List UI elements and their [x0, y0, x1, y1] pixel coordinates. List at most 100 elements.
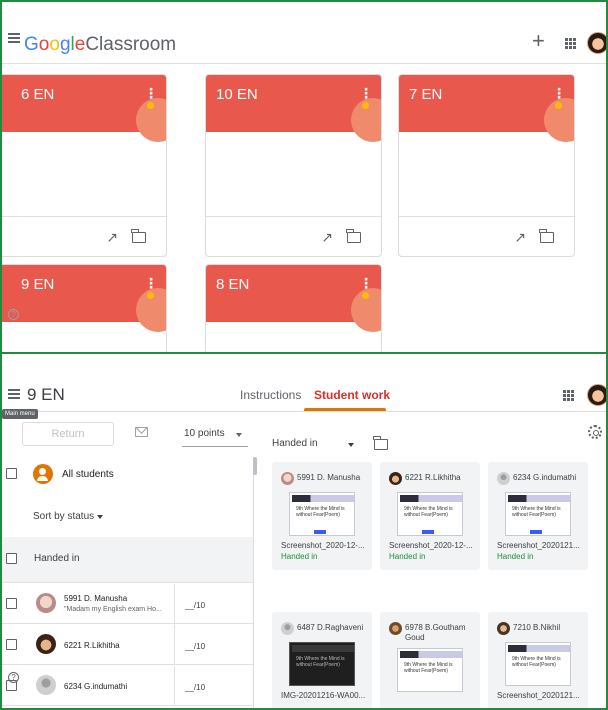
grade-field[interactable]: __/10	[185, 601, 205, 610]
submission-card[interactable]: 5991 D. Manusha 9th Where the Mind is wi…	[272, 462, 372, 570]
class-card[interactable]: 10 EN ⋮ ↗	[205, 74, 382, 257]
attachment-thumbnail[interactable]: 9th Where the Mind is without Fear(Poem)	[289, 492, 355, 536]
file-name: IMG-20201216-WA00...	[281, 691, 366, 700]
submission-card[interactable]: 7210 B.Nikhil 9th Where the Mind is with…	[488, 612, 588, 708]
thumbnail-text: 9th Where the Mind is without Fear(Poem)	[296, 506, 345, 518]
avatar	[389, 622, 402, 635]
folder-icon[interactable]	[346, 229, 361, 243]
folder-icon[interactable]	[373, 436, 388, 450]
trending-icon[interactable]: ↗	[106, 229, 118, 246]
return-button[interactable]: Return	[22, 422, 114, 446]
classroom-header: GoogleClassroom +	[2, 2, 606, 64]
trending-icon[interactable]: ↗	[321, 229, 333, 246]
tab-student-work[interactable]: Student work	[314, 388, 390, 402]
file-name: Screenshot_2020121...	[497, 541, 580, 550]
dropdown-caret-icon[interactable]	[348, 443, 354, 447]
menu-icon[interactable]	[8, 389, 20, 399]
apps-icon[interactable]	[563, 390, 574, 401]
people-icon	[33, 464, 53, 484]
class-card[interactable]: 6 EN ⋮ ↗	[2, 74, 167, 257]
class-card-title[interactable]: 7 EN	[409, 86, 442, 103]
trending-icon[interactable]: ↗	[514, 229, 526, 246]
class-card-footer: ↗	[2, 216, 166, 256]
table-row[interactable]: 5991 D. Manusha "Madam my English exam H…	[2, 584, 253, 624]
status-badge: Handed in	[389, 552, 426, 561]
help-icon[interactable]: ?	[8, 672, 19, 683]
attachment-thumbnail[interactable]: 9th Where the Mind is without Fear(Poem)	[505, 492, 571, 536]
submission-card[interactable]: 6978 B.Goutham Goud 9th Where the Mind i…	[380, 612, 480, 708]
folder-icon[interactable]	[131, 229, 146, 243]
attachment-thumbnail[interactable]: 9th Where the Mind is without Fear(Poem)	[397, 648, 463, 692]
class-card-title[interactable]: 8 EN	[216, 276, 249, 293]
student-name: 5991 D. Manusha	[297, 473, 361, 482]
section-checkbox[interactable]	[6, 553, 17, 564]
scrollbar[interactable]	[253, 457, 257, 475]
help-icon[interactable]: ?	[8, 309, 19, 320]
class-card-title[interactable]: 9 EN	[21, 276, 54, 293]
student-name: 6234 G.indumathi	[64, 682, 128, 691]
menu-icon[interactable]	[8, 33, 20, 43]
avatar	[497, 472, 510, 485]
all-students-label[interactable]: All students	[62, 469, 114, 480]
table-row[interactable]: 6234 G.indumathi __/10	[2, 666, 253, 706]
avatar	[281, 472, 294, 485]
attachment-thumbnail[interactable]: 9th Where the Mind is without Fear(Poem)	[397, 492, 463, 536]
class-card-title[interactable]: 10 EN	[216, 86, 258, 103]
more-vert-icon[interactable]: ⋮	[144, 275, 158, 292]
apps-icon[interactable]	[565, 38, 576, 49]
section-header: Handed in	[2, 537, 253, 583]
submission-card[interactable]: 6487 D.Raghaveni 9th Where the Mind is w…	[272, 612, 372, 708]
avatar[interactable]	[587, 384, 606, 406]
tab-instructions[interactable]: Instructions	[240, 388, 301, 402]
row-checkbox[interactable]	[6, 639, 17, 650]
avatar	[36, 634, 56, 654]
class-card[interactable]: 9 EN ⋮	[2, 264, 167, 352]
attachment-thumbnail[interactable]: 9th Where the Mind is without Fear(Poem)	[505, 642, 571, 686]
class-name: 9 EN	[27, 385, 65, 404]
thumbnail-text: 9th Where the Mind is without Fear(Poem)	[512, 506, 561, 518]
private-comment: "Madam my English exam Ho...	[64, 606, 162, 613]
submission-card[interactable]: 6221 R.Likhitha 9th Where the Mind is wi…	[380, 462, 480, 570]
points-select[interactable]: 10 points	[184, 428, 225, 439]
avatar[interactable]	[587, 32, 606, 54]
class-card-banner	[206, 75, 381, 142]
app-logo[interactable]: GoogleClassroom	[24, 34, 176, 56]
more-vert-icon[interactable]: ⋮	[359, 85, 373, 102]
more-vert-icon[interactable]: ⋮	[552, 85, 566, 102]
file-name: Screenshot_2020-12-...	[389, 541, 473, 550]
plus-icon[interactable]: +	[532, 30, 545, 52]
sort-select[interactable]: Sort by status	[33, 511, 94, 522]
more-vert-icon[interactable]: ⋮	[144, 85, 158, 102]
row-checkbox[interactable]	[6, 598, 17, 609]
table-row[interactable]: 6221 R.Likhitha __/10	[2, 625, 253, 665]
class-card-footer: ↗	[399, 216, 574, 256]
class-card[interactable]: 7 EN ⋮ ↗	[398, 74, 575, 257]
select-all-checkbox[interactable]	[6, 468, 17, 479]
class-card-title[interactable]: 6 EN	[21, 86, 54, 103]
dropdown-caret-icon[interactable]	[236, 433, 242, 437]
avatar	[497, 622, 510, 635]
avatar	[281, 622, 294, 635]
more-vert-icon[interactable]: ⋮	[359, 275, 373, 292]
folder-icon[interactable]	[539, 229, 554, 243]
attachment-thumbnail[interactable]: 9th Where the Mind is without Fear(Poem)	[289, 642, 355, 686]
thumbnail-text: 9th Where the Mind is without Fear(Poem)	[512, 656, 561, 668]
dropdown-caret-icon[interactable]	[97, 515, 103, 519]
class-card[interactable]: 8 EN ⋮	[205, 264, 382, 352]
mail-icon[interactable]	[135, 427, 148, 437]
logo-product: Classroom	[85, 34, 177, 55]
submission-card[interactable]: 6234 G.indumathi 9th Where the Mind is w…	[488, 462, 588, 570]
class-card-banner	[399, 75, 574, 142]
class-card-banner	[2, 265, 166, 332]
settings-icon[interactable]	[588, 425, 602, 439]
filter-select[interactable]: Handed in	[272, 438, 318, 449]
status-badge: Handed in	[497, 552, 534, 561]
avatar	[389, 472, 402, 485]
status-badge: Handed in	[281, 552, 318, 561]
grade-field[interactable]: __/10	[185, 642, 205, 651]
student-name: 6978 B.Goutham Goud	[405, 623, 466, 642]
logo-google: Google	[24, 34, 86, 55]
grade-field[interactable]: __/10	[185, 683, 205, 692]
thumbnail-text: 9th Where the Mind is without Fear(Poem)	[404, 662, 453, 674]
student-name: 6487 D.Raghaveni	[297, 623, 364, 632]
